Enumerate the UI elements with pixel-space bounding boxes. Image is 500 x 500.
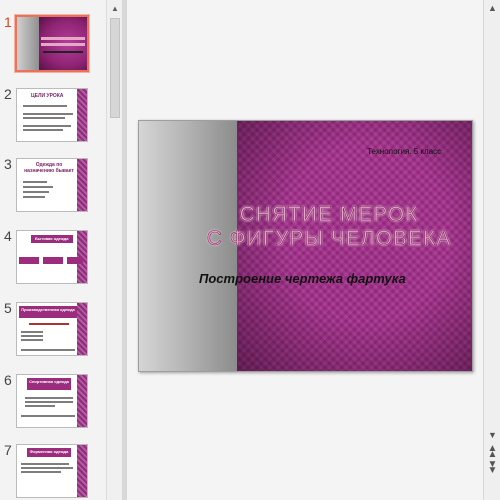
up-arrow-icon[interactable]: ▲	[484, 0, 500, 15]
main-scrollbar[interactable]: ▲ ▼ ▲ ▲ ▼ ▼	[483, 0, 500, 500]
thumbnail-preview: ЦЕЛИ УРОКА	[16, 88, 88, 142]
up-arrow-icon[interactable]: ▲	[107, 0, 122, 16]
thumbnail-scrollbar[interactable]: ▲	[106, 0, 122, 500]
slide-title[interactable]: СНЯТИЕ МЕРОК С ФИГУРЫ ЧЕЛОВЕКА	[189, 203, 469, 251]
slide-title-line-1: СНЯТИЕ МЕРОК	[239, 203, 419, 227]
slide-thumbnail-pane: 1 2 ЦЕЛИ УРОКА 3 Одежда по назначению бы…	[0, 0, 122, 500]
slide-editor-area: Технология. 5 класс СНЯТИЕ МЕРОК С ФИГУР…	[127, 0, 483, 500]
thumbnail-number: 3	[4, 156, 12, 172]
thumbnail-number: 6	[4, 372, 12, 388]
thumbnail-slide-4[interactable]: 4 Бытовая одежда	[0, 228, 110, 296]
thumbnail-scroll-thumb[interactable]	[110, 18, 120, 118]
double-down-arrow-icon[interactable]: ▼ ▼	[484, 459, 500, 475]
double-up-arrow-icon[interactable]: ▲ ▲	[484, 443, 500, 459]
thumbnail-preview: Бытовая одежда	[16, 230, 88, 284]
thumbnail-title: Одежда по назначению бывает	[24, 162, 74, 174]
slide-title-line-2: С ФИГУРЫ ЧЕЛОВЕКА	[206, 227, 452, 251]
thumbnail-slide-5[interactable]: 5 Производственная одежда	[0, 300, 110, 368]
thumbnail-number: 4	[4, 228, 12, 244]
powerpoint-window: 1 2 ЦЕЛИ УРОКА 3 Одежда по назначению бы…	[0, 0, 500, 500]
thumbnail-slide-6[interactable]: 6 Спортивная одежда	[0, 372, 110, 440]
thumbnail-title: ЦЕЛИ УРОКА	[31, 93, 64, 99]
thumbnail-slide-3[interactable]: 3 Одежда по назначению бывает	[0, 156, 110, 224]
thumbnail-preview	[14, 14, 90, 73]
thumbnail-number: 2	[4, 86, 12, 102]
thumbnail-slide-1[interactable]: 1	[0, 14, 110, 82]
thumbnail-title: Производственная одежда	[21, 307, 75, 312]
thumbnail-number: 5	[4, 300, 12, 316]
slide-top-subtitle[interactable]: Технология. 5 класс	[367, 147, 441, 156]
down-arrow-icon[interactable]: ▼	[484, 427, 500, 442]
thumbnail-number: 1	[4, 14, 12, 30]
current-slide[interactable]: Технология. 5 класс СНЯТИЕ МЕРОК С ФИГУР…	[138, 120, 473, 372]
thumbnail-number: 7	[4, 442, 12, 458]
thumbnail-preview: Спортивная одежда	[16, 374, 88, 428]
thumbnail-title: Спортивная одежда	[29, 379, 69, 384]
thumbnail-title: Бытовая одежда	[35, 236, 69, 241]
thumbnail-title: Форменная одежда	[29, 449, 69, 454]
thumbnail-preview: Одежда по назначению бывает	[16, 158, 88, 212]
slide-subtitle[interactable]: Построение чертежа фартука	[199, 271, 406, 286]
thumbnail-slide-7[interactable]: 7 Форменная одежда	[0, 442, 110, 500]
thumbnail-preview: Форменная одежда	[16, 444, 88, 498]
thumbnail-preview: Производственная одежда	[16, 302, 88, 356]
thumbnail-slide-2[interactable]: 2 ЦЕЛИ УРОКА	[0, 86, 110, 154]
